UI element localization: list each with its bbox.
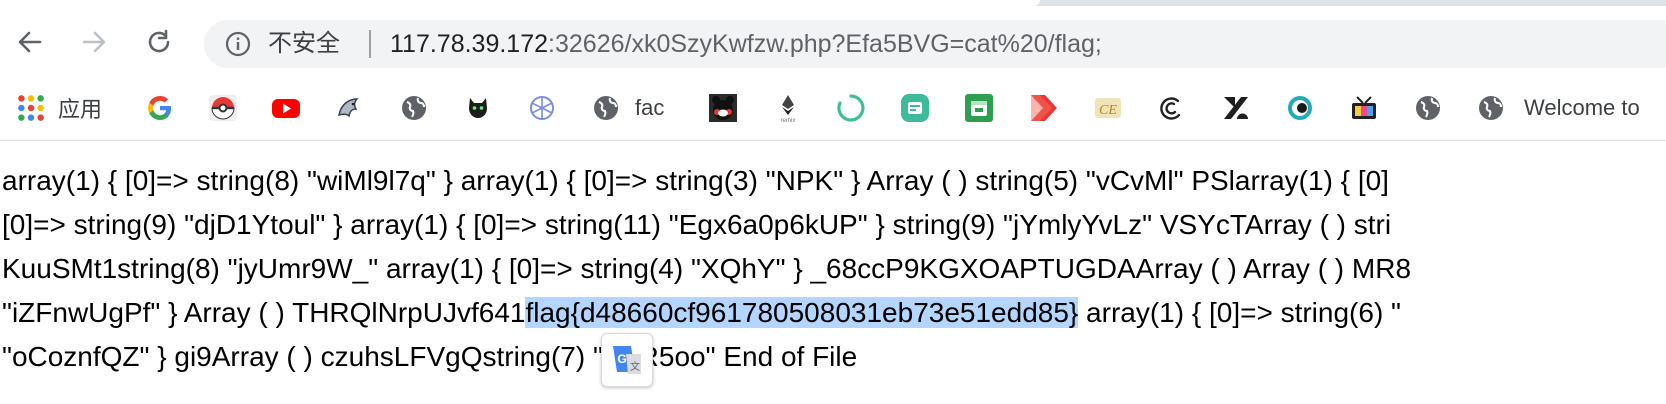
bookmark-ce[interactable]: CE: [1093, 92, 1123, 124]
youtube-icon: [272, 99, 300, 118]
browser-toolbar: 不安全 117.78.39.172:32626/xk0SzyKwfzw.php?…: [0, 6, 1666, 76]
security-label[interactable]: 不安全: [268, 29, 340, 59]
bookmark-calendar[interactable]: [964, 92, 994, 124]
translate-selection-button[interactable]: G 文: [601, 333, 653, 387]
globe-icon: [402, 96, 426, 120]
news-icon: [901, 94, 929, 122]
globe-icon: [594, 96, 618, 120]
bookmark-google[interactable]: [145, 92, 175, 124]
swirl-icon: [1160, 97, 1181, 120]
flag-selection[interactable]: flag{d48660cf961780508031eb73e51edd85}: [525, 297, 1079, 328]
address-bar[interactable]: 不安全 117.78.39.172:32626/xk0SzyKwfzw.php?…: [204, 20, 1666, 68]
bookmark-globe-1[interactable]: [399, 92, 429, 124]
cat-icon: [469, 98, 487, 118]
bookmark-tv[interactable]: [1349, 92, 1379, 124]
output-text: array(1) { [0]=> string(6) ": [1078, 297, 1401, 328]
loading-circle-icon: [837, 94, 865, 122]
output-line: "iZFnwUgPf" } Array ( ) THRQlNrpUJvf641f…: [2, 295, 1401, 331]
url-text[interactable]: 117.78.39.172:32626/xk0SzyKwfzw.php?Efa5…: [390, 29, 1102, 59]
bookmark-dolphin[interactable]: [334, 92, 364, 124]
bookmark-youtube[interactable]: [271, 92, 301, 124]
output-line: [0]=> string(9) "djD1Ytoul" } array(1) {…: [2, 209, 1392, 240]
bookmark-apps[interactable]: 应用: [16, 92, 102, 124]
output-text: "iZFnwUgPf" } Array ( ) THRQlNrpUJvf641: [2, 297, 526, 328]
arrow-left-icon: [18, 31, 42, 53]
tv-icon: [1352, 96, 1376, 119]
output-line: KuuSMt1string(8) "jyUmr9W_" array(1) { […: [2, 253, 1412, 284]
back-button[interactable]: [12, 24, 48, 60]
globe-icon: [1416, 96, 1440, 120]
network-icon: [530, 96, 554, 120]
google-translate-icon: G 文: [613, 346, 641, 374]
svg-text:文: 文: [630, 360, 640, 373]
bookmark-remix[interactable]: remix: [773, 92, 803, 124]
arrow-right-icon: [82, 31, 106, 53]
bookmark-kumamon[interactable]: [708, 92, 738, 124]
bookmark-label: Welcome to: [1524, 95, 1640, 120]
bookmark-network[interactable]: [527, 92, 557, 124]
bookmark-zendesk[interactable]: [1221, 92, 1251, 124]
red-arrow-icon: [1031, 95, 1057, 121]
bookmark-news[interactable]: [900, 92, 930, 124]
bookmark-label: 应用: [58, 97, 103, 122]
bookmark-loading[interactable]: [836, 92, 866, 124]
kumamon-icon: [709, 94, 737, 122]
svg-text:remix: remix: [781, 118, 796, 123]
bookmark-globe-2[interactable]: [1413, 92, 1443, 124]
google-icon: [148, 96, 171, 120]
bookmark-eye[interactable]: [1285, 92, 1315, 124]
bookmark-pokeball[interactable]: [208, 92, 238, 124]
eye-icon: [1288, 96, 1312, 120]
info-icon[interactable]: [224, 30, 252, 58]
ce-icon: CE: [1095, 98, 1121, 118]
url-host: 117.78.39.172: [390, 30, 549, 58]
bookmark-swirl[interactable]: [1156, 92, 1186, 124]
page-content: array(1) { [0]=> string(8) "wiMl9l7q" } …: [0, 141, 1666, 404]
pokeball-icon: [209, 95, 237, 121]
omnibox-separator: [369, 30, 371, 58]
remix-icon: remix: [781, 95, 796, 123]
reload-icon: [148, 29, 170, 53]
apps-grid-icon: [18, 95, 44, 121]
bookmark-label: fac: [635, 95, 665, 120]
forward-button[interactable]: [76, 24, 112, 60]
bookmarks-bar: 应用 fac remix CE Welcome to: [0, 76, 1666, 141]
dolphin-icon: [338, 98, 359, 118]
globe-icon: [1479, 96, 1503, 120]
svg-text:CE: CE: [1099, 103, 1117, 118]
output-line: array(1) { [0]=> string(8) "wiMl9l7q" } …: [2, 165, 1389, 196]
bookmark-fac[interactable]: fac: [591, 92, 664, 124]
output-line: "oCoznfQZ" } gi9Array ( ) czuhsLFVgQstri…: [2, 341, 858, 372]
svg-text:G: G: [617, 352, 626, 366]
bookmark-welcome[interactable]: Welcome to: [1476, 92, 1640, 124]
bookmark-cat[interactable]: [463, 92, 493, 124]
url-path: :32626/xk0SzyKwfzw.php?Efa5BVG=cat%20/fl…: [548, 30, 1102, 58]
calendar-icon: [965, 94, 993, 122]
zendesk-icon: [1224, 97, 1248, 119]
reload-button[interactable]: [141, 24, 177, 60]
bookmark-red-arrow[interactable]: [1029, 92, 1059, 124]
